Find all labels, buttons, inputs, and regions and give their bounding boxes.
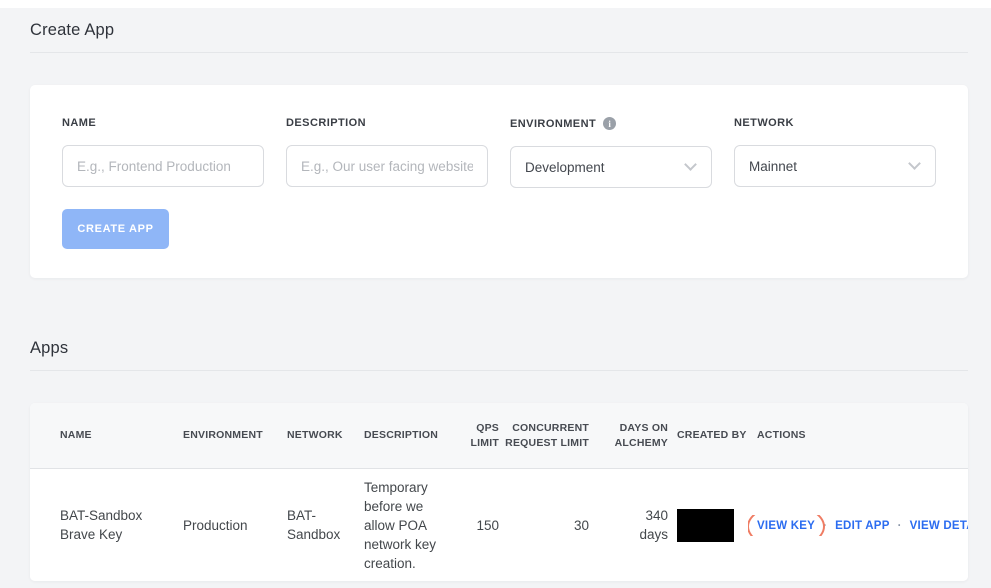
cell-network: BAT-Sandbox [287, 508, 341, 542]
name-input[interactable] [62, 145, 264, 187]
create-app-title: Create App [30, 21, 115, 39]
environment-select-value: Development [525, 159, 605, 175]
apps-title: Apps [30, 339, 69, 357]
cell-description: Temporary before we allow POA network ke… [364, 479, 437, 571]
chevron-down-icon [908, 157, 921, 170]
header-days-on-alchemy: DAYS ON ALCHEMY [614, 421, 668, 449]
network-field-label: NETWORK [734, 117, 794, 129]
chevron-down-icon [684, 158, 697, 171]
top-strip [0, 0, 991, 8]
edit-app-link[interactable]: EDIT APP [835, 517, 889, 536]
header-name: NAME [60, 429, 92, 441]
create-app-button[interactable]: CREATE APP [62, 209, 169, 249]
cell-days-on-alchemy: 340 days [639, 508, 668, 542]
cell-environment: Production [183, 517, 248, 533]
header-actions: ACTIONS [757, 429, 806, 441]
name-field-group: NAME [62, 117, 264, 188]
network-select-value: Mainnet [749, 158, 798, 174]
created-by-redaction [677, 508, 734, 542]
info-icon[interactable]: i [603, 117, 617, 130]
header-network: NETWORK [287, 429, 343, 441]
view-key-link[interactable]: VIEW KEY [757, 520, 815, 532]
table-row: BAT-Sandbox Brave Key Production BAT-San… [30, 468, 968, 581]
apps-divider [30, 370, 968, 371]
cell-created-by [668, 508, 748, 542]
cell-concurrent-request-limit: 30 [573, 517, 589, 533]
name-field-label: NAME [62, 117, 97, 129]
create-app-card: NAME DESCRIPTION ENVIRONMENT i Developme… [30, 85, 968, 278]
apps-table-card: NAME ENVIRONMENT NETWORK DESCRIPTION QPS… [30, 403, 968, 581]
cell-actions: VIEW KEY · EDIT APP · VIEW DETAILS [748, 514, 968, 536]
environment-select[interactable]: Development [510, 146, 712, 188]
header-environment: ENVIRONMENT [183, 429, 263, 441]
network-select[interactable]: Mainnet [734, 145, 936, 187]
create-app-divider [30, 52, 968, 53]
cell-app-name: BAT-Sandbox Brave Key [60, 508, 143, 542]
header-description: DESCRIPTION [364, 429, 439, 441]
action-separator: · [897, 519, 902, 532]
cell-qps-limit: 150 [476, 517, 499, 533]
header-concurrent-request-limit: CONCURRENT REQUEST LIMIT [505, 421, 589, 449]
header-created-by: CREATED BY [677, 429, 747, 441]
description-field-group: DESCRIPTION [286, 117, 488, 188]
view-details-link[interactable]: VIEW DETAILS [910, 517, 968, 536]
description-input[interactable] [286, 145, 488, 187]
action-separator: · [823, 519, 828, 532]
description-field-label: DESCRIPTION [286, 117, 367, 129]
environment-field-label: ENVIRONMENT [510, 117, 597, 130]
network-field-group: NETWORK Mainnet [734, 117, 936, 188]
header-qps-limit: QPS LIMIT [470, 421, 499, 449]
apps-table-header-row: NAME ENVIRONMENT NETWORK DESCRIPTION QPS… [30, 403, 968, 468]
environment-field-group: ENVIRONMENT i Development [510, 117, 712, 188]
